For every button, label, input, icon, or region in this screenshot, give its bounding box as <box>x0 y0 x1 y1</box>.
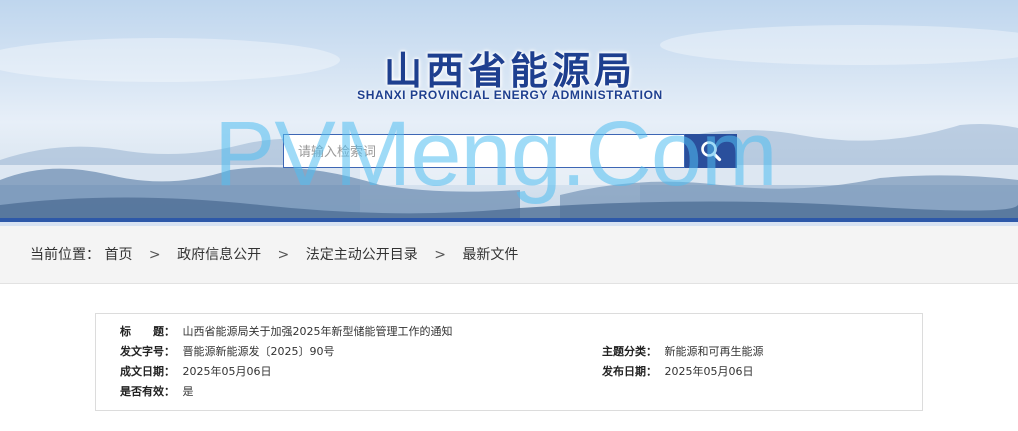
breadcrumb: 当前位置： 首页 > 政府信息公开 > 法定主动公开目录 > 最新文件 <box>30 226 518 284</box>
breadcrumb-separator: > <box>277 247 290 263</box>
search-button[interactable] <box>685 134 737 168</box>
info-row-title: 标 题： 山西省能源局关于加强2025年新型储能管理工作的通知 <box>120 322 453 342</box>
breadcrumb-bar: 当前位置： 首页 > 政府信息公开 > 法定主动公开目录 > 最新文件 <box>0 226 1018 284</box>
info-row-created-date: 成文日期： 2025年05月06日 <box>120 362 272 382</box>
category-value: 新能源和可再生能源 <box>664 345 764 358</box>
created-date-label: 成文日期： <box>120 365 175 378</box>
mountain-scenery <box>0 25 1018 222</box>
info-row-doc-number: 发文字号： 晋能源新能源发〔2025〕90号 <box>120 342 335 362</box>
breadcrumb-gov-info[interactable]: 政府信息公开 <box>177 247 261 263</box>
validity-value: 是 <box>182 385 194 398</box>
search-input[interactable] <box>296 135 680 169</box>
info-row-category: 主题分类： 新能源和可再生能源 <box>602 342 764 362</box>
category-label: 主题分类： <box>602 345 657 358</box>
breadcrumb-catalog[interactable]: 法定主动公开目录 <box>306 247 418 263</box>
publish-date-value: 2025年05月06日 <box>664 365 754 378</box>
search-icon <box>701 141 722 162</box>
site-logo-english: SHANXI PROVINCIAL ENERGY ADMINISTRATION <box>357 88 663 102</box>
breadcrumb-separator: > <box>434 247 446 263</box>
search-box <box>283 134 685 169</box>
doc-number-value: 晋能源新能源发〔2025〕90号 <box>182 345 335 358</box>
publish-date-label: 发布日期： <box>602 365 657 378</box>
title-value: 山西省能源局关于加强2025年新型储能管理工作的通知 <box>182 325 453 338</box>
validity-label: 是否有效： <box>120 385 175 398</box>
doc-number-label: 发文字号： <box>120 345 175 358</box>
info-row-validity: 是否有效： 是 <box>120 382 194 402</box>
breadcrumb-prefix: 当前位置： <box>30 247 100 263</box>
document-info-table: 标 题： 山西省能源局关于加强2025年新型储能管理工作的通知 发文字号： 晋能… <box>95 313 923 411</box>
info-row-publish-date: 发布日期： 2025年05月06日 <box>602 362 754 382</box>
breadcrumb-separator: > <box>148 247 161 263</box>
breadcrumb-home[interactable]: 首页 <box>104 247 132 263</box>
header-banner: 山西省能源局 SHANXI PROVINCIAL ENERGY ADMINIST… <box>0 0 1018 222</box>
title-label: 标 题： <box>120 325 175 338</box>
breadcrumb-latest-files[interactable]: 最新文件 <box>462 247 518 263</box>
created-date-value: 2025年05月06日 <box>182 365 272 378</box>
site-logo-chinese: 山西省能源局 <box>383 49 636 93</box>
